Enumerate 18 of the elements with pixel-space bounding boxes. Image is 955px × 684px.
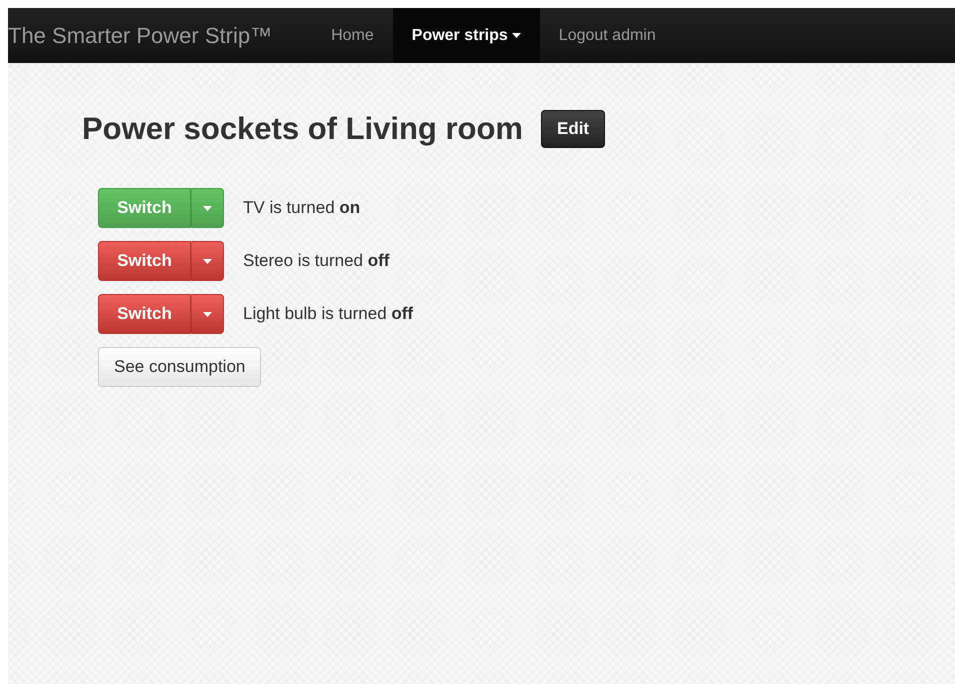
dropdown-button[interactable] (191, 188, 224, 228)
caret-icon (203, 206, 212, 210)
nav-link[interactable]: Power strips (392, 8, 540, 63)
caret-icon (203, 312, 212, 316)
nav-link[interactable]: Logout admin (540, 8, 675, 63)
socket-status: Light bulb is turned off (243, 304, 414, 324)
see-consumption-button[interactable]: See consumption (98, 347, 262, 387)
switch-button[interactable]: Switch (98, 241, 191, 281)
dropdown-button[interactable] (191, 241, 224, 281)
caret-icon (203, 258, 212, 264)
nav-link[interactable]: Home (312, 8, 393, 63)
switch-button[interactable]: Switch (98, 294, 191, 334)
edit-button[interactable]: Edit (540, 110, 606, 148)
brand-link[interactable]: The Smarter Power Strip™ (8, 8, 312, 63)
socket-status: Stereo is turned off (243, 251, 390, 271)
page-title: Power sockets of Living room (82, 111, 523, 147)
dropdown-button[interactable] (191, 294, 224, 334)
socket-status: TV is turned on (243, 198, 360, 218)
